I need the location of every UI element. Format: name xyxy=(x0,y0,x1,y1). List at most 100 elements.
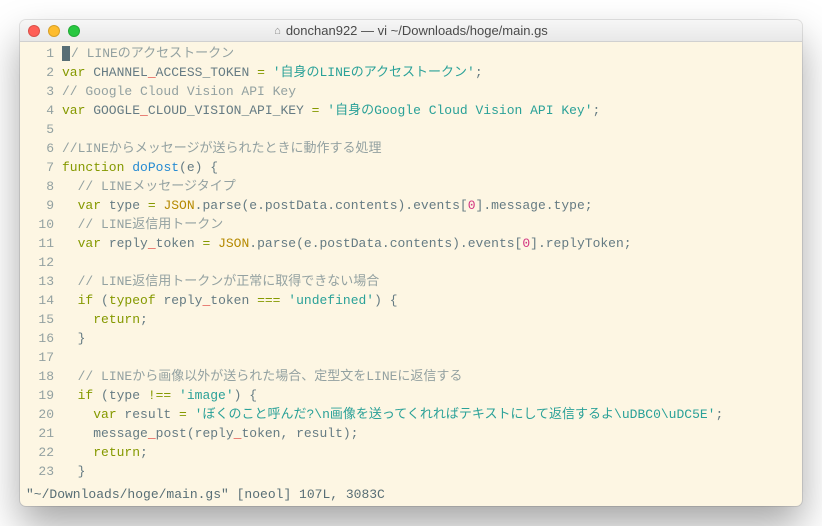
code-token: JSON xyxy=(218,236,249,251)
code-line[interactable]: 7function doPost(e) { xyxy=(20,158,802,177)
code-line[interactable]: 12 xyxy=(20,253,802,272)
code-line[interactable]: 9 var type = JSON.parse(e.postData.conte… xyxy=(20,196,802,215)
code-content[interactable]: return; xyxy=(62,310,802,329)
line-number: 22 xyxy=(20,443,62,462)
code-token: ACCESS_TOKEN xyxy=(156,65,257,80)
code-token: // LINEメッセージタイプ xyxy=(78,179,236,194)
code-line[interactable]: 6//LINEからメッセージが送られたときに動作する処理 xyxy=(20,139,802,158)
code-token xyxy=(62,236,78,251)
code-token: typeof xyxy=(109,293,156,308)
code-token xyxy=(62,388,78,403)
code-token: } xyxy=(62,331,85,346)
code-token: 0 xyxy=(522,236,530,251)
code-line[interactable]: 1 / LINEのアクセストークン xyxy=(20,44,802,63)
code-token: ; xyxy=(140,445,148,460)
code-token: ].message.type; xyxy=(476,198,593,213)
code-content[interactable]: if (type !== 'image') { xyxy=(62,386,802,405)
code-line[interactable]: 17 xyxy=(20,348,802,367)
line-number: 1 xyxy=(20,44,62,63)
code-line[interactable]: 10 // LINE返信用トークン xyxy=(20,215,802,234)
code-token: message xyxy=(62,426,148,441)
code-token: JSON xyxy=(163,198,194,213)
code-token: / LINEのアクセストークン xyxy=(71,46,234,61)
code-content[interactable]: // LINEから画像以外が送られた場合、定型文をLINEに返信する xyxy=(62,367,802,386)
code-line[interactable]: 8 // LINEメッセージタイプ xyxy=(20,177,802,196)
code-line[interactable]: 5 xyxy=(20,120,802,139)
code-token xyxy=(62,445,93,460)
code-content[interactable]: // LINE返信用トークン xyxy=(62,215,802,234)
line-number: 20 xyxy=(20,405,62,424)
code-content[interactable]: // Google Cloud Vision API Key xyxy=(62,82,802,101)
code-line[interactable]: 21 message_post(reply_token, result); xyxy=(20,424,802,443)
code-line[interactable]: 4var GOOGLE_CLOUD_VISION_API_KEY = '自身のG… xyxy=(20,101,802,120)
code-content[interactable]: function doPost(e) { xyxy=(62,158,802,177)
code-token: ; xyxy=(593,103,601,118)
code-line[interactable]: 3// Google Cloud Vision API Key xyxy=(20,82,802,101)
code-token: token xyxy=(156,236,203,251)
code-line[interactable]: 19 if (type !== 'image') { xyxy=(20,386,802,405)
code-token xyxy=(62,198,78,213)
code-token: _ xyxy=(148,236,156,251)
code-token: // LINE返信用トークン xyxy=(78,217,224,232)
code-content[interactable] xyxy=(62,253,802,272)
code-token: (type xyxy=(93,388,148,403)
code-token: CLOUD_VISION_API_KEY xyxy=(148,103,312,118)
code-token: 'image' xyxy=(179,388,234,403)
code-content[interactable]: // LINE返信用トークンが正常に取得できない場合 xyxy=(62,272,802,291)
code-token: token, result); xyxy=(241,426,358,441)
code-line[interactable]: 23 } xyxy=(20,462,802,481)
code-content[interactable]: if (typeof reply_token === 'undefined') … xyxy=(62,291,802,310)
code-token: type xyxy=(101,198,148,213)
code-content[interactable]: //LINEからメッセージが送られたときに動作する処理 xyxy=(62,139,802,158)
code-line[interactable]: 15 return; xyxy=(20,310,802,329)
code-token: ; xyxy=(475,65,483,80)
code-content[interactable]: var type = JSON.parse(e.postData.content… xyxy=(62,196,802,215)
code-content[interactable]: / LINEのアクセストークン xyxy=(62,44,802,63)
code-content[interactable]: // LINEメッセージタイプ xyxy=(62,177,802,196)
code-content[interactable]: var reply_token = JSON.parse(e.postData.… xyxy=(62,234,802,253)
code-content[interactable]: var CHANNEL_ACCESS_TOKEN = '自身のLINEのアクセス… xyxy=(62,63,802,82)
code-token: token xyxy=(210,293,257,308)
line-number: 17 xyxy=(20,348,62,367)
code-content[interactable]: return; xyxy=(62,443,802,462)
code-token: if xyxy=(78,293,94,308)
code-token: = xyxy=(257,65,265,80)
code-token: // LINE返信用トークンが正常に取得できない場合 xyxy=(78,274,380,289)
code-token: result xyxy=(117,407,179,422)
code-token: _ xyxy=(148,426,156,441)
line-number: 9 xyxy=(20,196,62,215)
line-number: 7 xyxy=(20,158,62,177)
code-content[interactable]: message_post(reply_token, result); xyxy=(62,424,802,443)
code-content[interactable]: var result = 'ぼくのこと呼んだ?\n画像を送ってくれればテキストに… xyxy=(62,405,802,424)
code-token: ; xyxy=(715,407,723,422)
code-token: ) { xyxy=(374,293,397,308)
code-token xyxy=(187,407,195,422)
code-content[interactable] xyxy=(62,120,802,139)
editor-area[interactable]: 1 / LINEのアクセストークン 2var CHANNEL_ACCESS_TOKE… xyxy=(20,42,802,487)
line-number: 11 xyxy=(20,234,62,253)
line-number: 12 xyxy=(20,253,62,272)
code-token xyxy=(171,388,179,403)
titlebar[interactable]: ⌂ donchan922 — vi ~/Downloads/hoge/main.… xyxy=(20,20,802,42)
code-line[interactable]: 14 if (typeof reply_token === 'undefined… xyxy=(20,291,802,310)
code-line[interactable]: 22 return; xyxy=(20,443,802,462)
code-token xyxy=(62,217,78,232)
code-token xyxy=(62,407,93,422)
code-content[interactable]: var GOOGLE_CLOUD_VISION_API_KEY = '自身のGo… xyxy=(62,101,802,120)
code-token: var xyxy=(62,65,85,80)
code-token: '自身のGoogle Cloud Vision API Key' xyxy=(327,103,592,118)
line-number: 16 xyxy=(20,329,62,348)
code-line[interactable]: 2var CHANNEL_ACCESS_TOKEN = '自身のLINEのアクセ… xyxy=(20,63,802,82)
code-content[interactable]: } xyxy=(62,329,802,348)
code-token: if xyxy=(78,388,94,403)
code-token: ; xyxy=(140,312,148,327)
code-content[interactable] xyxy=(62,348,802,367)
code-line[interactable]: 11 var reply_token = JSON.parse(e.postDa… xyxy=(20,234,802,253)
code-line[interactable]: 18 // LINEから画像以外が送られた場合、定型文をLINEに返信する xyxy=(20,367,802,386)
code-line[interactable]: 13 // LINE返信用トークンが正常に取得できない場合 xyxy=(20,272,802,291)
code-line[interactable]: 20 var result = 'ぼくのこと呼んだ?\n画像を送ってくれればテキ… xyxy=(20,405,802,424)
code-token: 'undefined' xyxy=(288,293,374,308)
line-number: 14 xyxy=(20,291,62,310)
code-content[interactable]: } xyxy=(62,462,802,481)
code-line[interactable]: 16 } xyxy=(20,329,802,348)
